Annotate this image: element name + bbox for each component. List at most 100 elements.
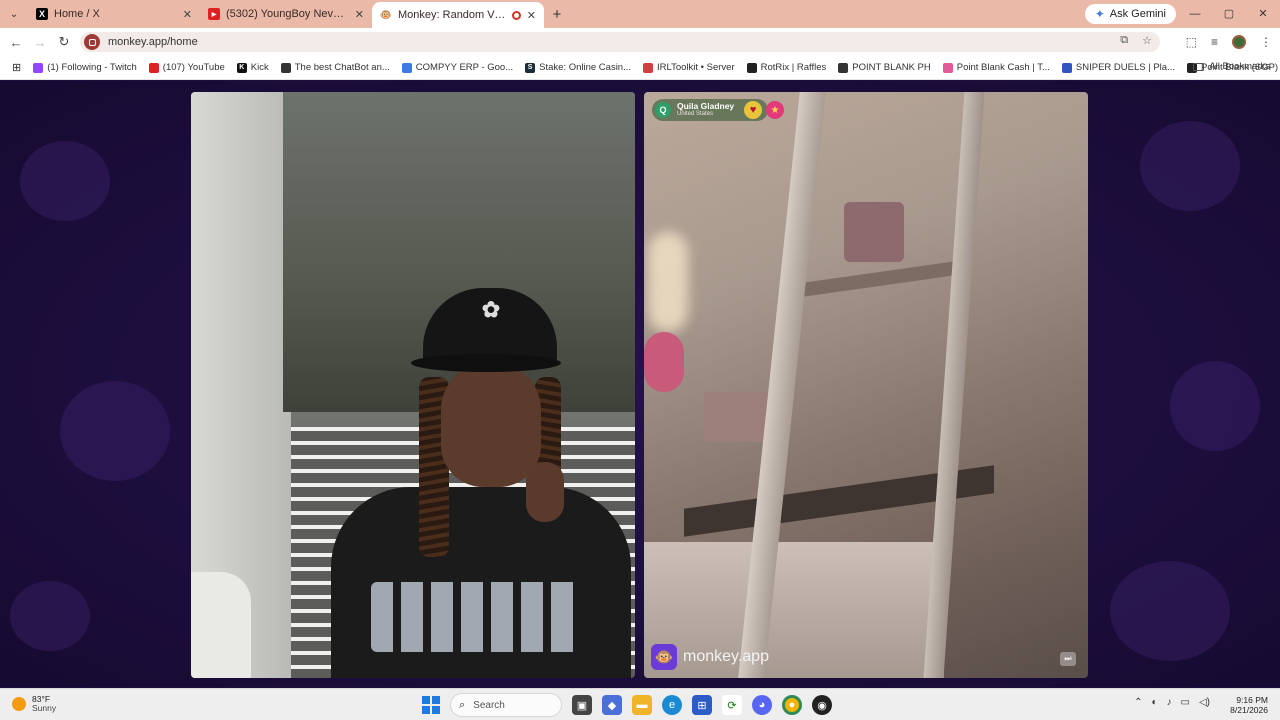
reload-icon[interactable]: ↻	[52, 34, 76, 50]
bookmark-item[interactable]: RotRix | Raffles	[741, 62, 833, 73]
cast-icon[interactable]: ⧉	[1120, 34, 1128, 47]
background-blob	[20, 141, 110, 221]
bookmark-label: SNIPER DUELS | Pla...	[1075, 62, 1175, 73]
bookmark-item[interactable]: (1) Following - Twitch	[27, 62, 143, 73]
microphone-icon[interactable]: ♪	[1167, 697, 1172, 708]
bookmark-label: Point Blank Cash | T...	[956, 62, 1050, 73]
close-window-icon[interactable]: ✕	[1246, 0, 1280, 28]
bookmark-label: POINT BLANK PH	[852, 62, 931, 73]
minimize-icon[interactable]: —	[1178, 0, 1212, 28]
address-bar[interactable]: monkey.app/home ⧉ ☆	[80, 32, 1160, 52]
taskbar-clock[interactable]: 9:16 PM 8/21/2026	[1230, 695, 1268, 715]
shelf-board	[794, 260, 964, 298]
bookmark-item[interactable]: IRLToolkit • Server	[637, 62, 741, 73]
bookmark-item[interactable]: S Stake: Online Casin...	[519, 62, 637, 73]
back-arrow-icon[interactable]: ←	[4, 35, 28, 50]
site-info-icon[interactable]	[84, 34, 100, 50]
cap-logo-icon: ✿	[481, 297, 501, 322]
extensions-icon[interactable]: ⬚	[1186, 35, 1197, 49]
profile-avatar-icon[interactable]	[1232, 35, 1246, 49]
tab-monkey[interactable]: 🐵 Monkey: Random Video Ch ✕	[372, 2, 544, 28]
close-tab-icon[interactable]: ✕	[355, 8, 364, 21]
twitch-icon	[33, 62, 44, 73]
network-icon[interactable]: ▭	[1181, 697, 1190, 708]
bookmark-star-icon[interactable]: ☆	[1142, 34, 1152, 47]
rotrix-icon	[746, 62, 757, 73]
bookmark-item[interactable]: COMPYY ERP - Goo...	[396, 62, 519, 73]
youtube-icon	[148, 62, 159, 73]
discord-icon[interactable]: ◕	[752, 695, 772, 715]
xbox-app-icon[interactable]: ⟳	[722, 695, 742, 715]
new-tab-button[interactable]: +	[544, 6, 570, 23]
windows-start-icon[interactable]	[422, 696, 440, 714]
weather-condition: Sunny	[32, 703, 57, 713]
tab-search-chevron-icon[interactable]: ⌄	[0, 0, 28, 28]
shelf-post	[923, 92, 985, 678]
point-blank-icon	[838, 62, 849, 73]
clock-time: 9:16 PM	[1236, 695, 1268, 705]
heart-icon[interactable]: ♥	[744, 101, 763, 119]
all-bookmarks-button[interactable]: All Bookmarks	[1193, 61, 1270, 72]
gift-icon[interactable]: ★	[766, 101, 784, 119]
monkey-logo-icon: 🐵	[651, 644, 677, 670]
obs-app-icon[interactable]: ◉	[812, 695, 832, 715]
close-tab-icon[interactable]: ✕	[527, 9, 536, 22]
tray-app-icon[interactable]: ◐	[1151, 697, 1157, 708]
tab-search-icon[interactable]: ≡	[1211, 35, 1218, 49]
tray-overflow-icon[interactable]: ⌃	[1134, 697, 1142, 708]
tab-home-x[interactable]: X Home / X ✕	[28, 0, 200, 28]
search-icon: ⌕	[459, 698, 466, 711]
menu-kebab-icon[interactable]: ⋮	[1260, 35, 1272, 49]
x-logo-icon: X	[36, 8, 48, 20]
bookmark-item[interactable]: POINT BLANK PH	[832, 62, 937, 73]
bookmarks-bar: ⊞ (1) Following - Twitch (107) YouTube K…	[0, 56, 1280, 80]
light-glow	[648, 232, 688, 332]
search-placeholder: Search	[473, 699, 505, 711]
irltoolkit-icon	[643, 62, 654, 73]
maximize-icon[interactable]: ▢	[1212, 0, 1246, 28]
bookmark-label: COMPYY ERP - Goo...	[415, 62, 514, 73]
window-controls: — ▢ ✕	[1178, 0, 1280, 28]
background-blob	[10, 581, 90, 651]
chrome-icon[interactable]: ●	[782, 695, 802, 715]
store-app-icon[interactable]: ⊞	[692, 695, 712, 715]
remote-video-feed: Q Quila Gladney United States ♥ ★ 🐵 monk…	[644, 92, 1088, 678]
edge-browser-icon[interactable]: e	[662, 695, 682, 715]
partner-info-chip[interactable]: Q Quila Gladney United States ♥	[652, 99, 769, 121]
ask-gemini-button[interactable]: ✦ Ask Gemini	[1084, 4, 1176, 24]
skip-next-icon[interactable]: ⏭	[1060, 652, 1076, 666]
bookmark-item[interactable]: The best ChatBot an...	[275, 62, 396, 73]
taskbar-search[interactable]: ⌕ Search	[450, 693, 562, 717]
all-bookmarks-label: All Bookmarks	[1209, 61, 1270, 72]
chatbot-icon	[280, 62, 291, 73]
google-docs-icon	[401, 62, 412, 73]
local-video-feed: ✿	[191, 92, 635, 678]
url-text[interactable]: monkey.app/home	[108, 36, 198, 48]
partner-country: United States	[677, 111, 714, 117]
apps-grid-icon[interactable]: ⊞	[6, 61, 27, 74]
file-explorer-icon[interactable]: ▬	[632, 695, 652, 715]
tab-youtube[interactable]: ▶ (5302) YoungBoy Never Broke ✕	[200, 0, 372, 28]
volume-icon[interactable]: ◁)	[1199, 697, 1210, 708]
bookmark-item[interactable]: SNIPER DUELS | Pla...	[1056, 62, 1181, 73]
cap-brim	[411, 354, 561, 372]
stake-icon: S	[525, 62, 536, 73]
close-tab-icon[interactable]: ✕	[183, 8, 192, 21]
folder-icon	[1193, 62, 1205, 71]
bookmark-item[interactable]: (107) YouTube	[143, 62, 231, 73]
monkey-app-page: ✿ Q Quila Gladney United States ♥ ★ 🐵 mo…	[0, 81, 1280, 687]
task-view-icon[interactable]: ▣	[572, 695, 592, 715]
bookmark-item[interactable]: K Kick	[231, 62, 275, 73]
pink-object	[644, 332, 684, 392]
bookmark-label: (107) YouTube	[162, 62, 225, 73]
bookmark-label: (1) Following - Twitch	[47, 62, 137, 73]
recording-indicator-icon	[511, 10, 521, 20]
weather-widget[interactable]: 83°F Sunny	[12, 695, 56, 713]
photos-app-icon[interactable]: ◆	[602, 695, 622, 715]
bookmark-label: The best ChatBot an...	[294, 62, 390, 73]
bookmark-label: Kick	[250, 62, 269, 73]
background-blob	[1110, 561, 1230, 661]
forward-arrow-icon[interactable]: →	[28, 35, 52, 50]
gemini-sparkle-icon: ✦	[1094, 7, 1105, 21]
bookmark-item[interactable]: Point Blank Cash | T...	[937, 62, 1056, 73]
